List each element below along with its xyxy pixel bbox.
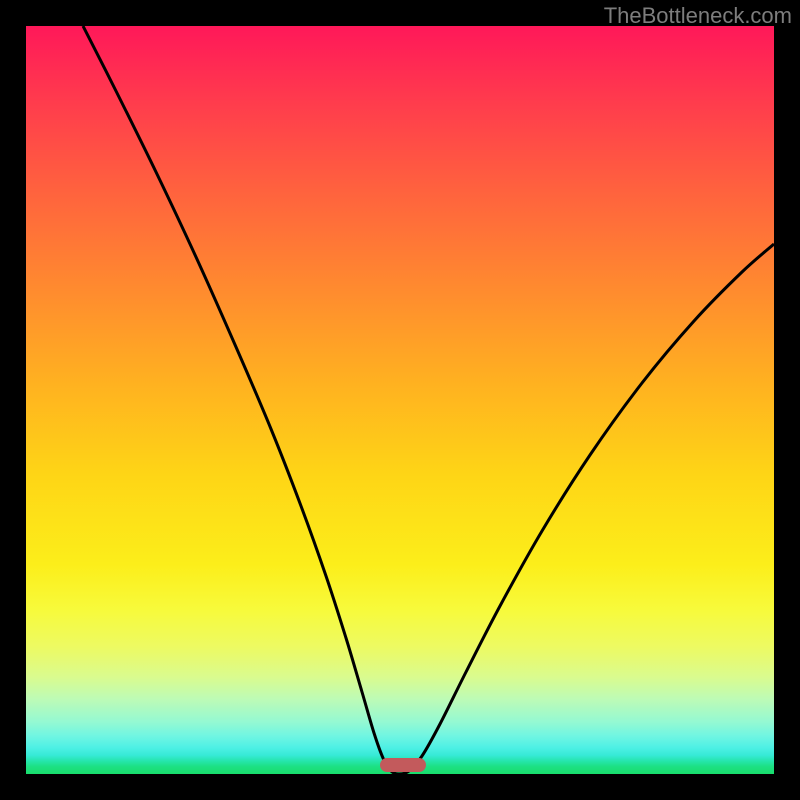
min-marker — [380, 758, 426, 772]
watermark-label: TheBottleneck.com — [604, 3, 792, 29]
chart-frame — [26, 26, 774, 774]
bottleneck-curve — [26, 26, 774, 774]
